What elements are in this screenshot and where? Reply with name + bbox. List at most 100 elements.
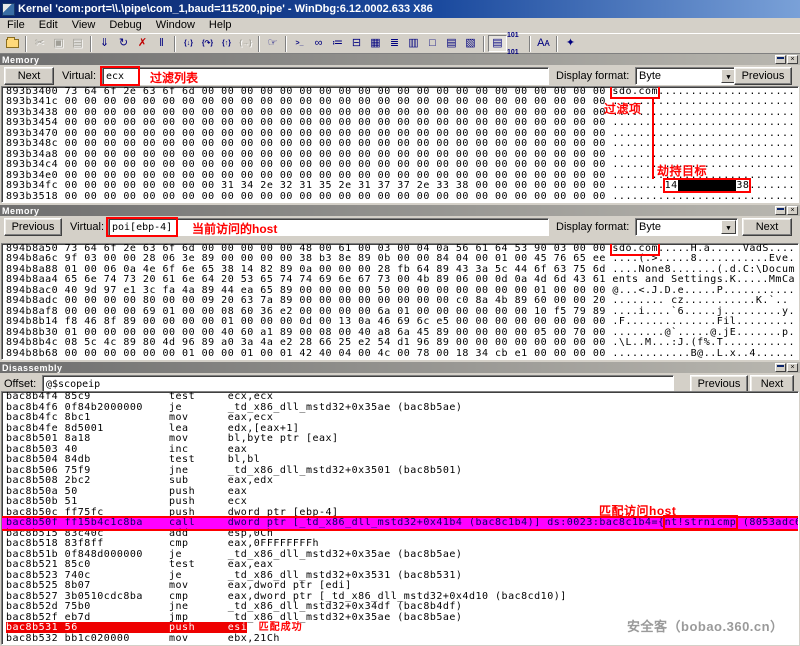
memory1-dump[interactable]: 893b3400 73 64 6f 2e 63 6f 6d 00 00 00 0… [1,86,799,204]
command-window-icon[interactable]: >_ [290,35,309,52]
memory-window-icon[interactable]: ▦ [366,35,385,52]
memory2-title: Memory [2,206,40,216]
windbg-window: Kernel 'com:port=\\.\pipe\com_1,baud=115… [0,0,800,646]
menu-item-help[interactable]: Help [202,18,239,32]
memory2-close-icon[interactable]: × [787,206,798,215]
toolbar-separator [556,36,558,52]
disassembly-close-icon[interactable]: × [787,363,798,372]
memory2-dock-icon[interactable] [775,206,786,215]
dropdown-arrow-icon[interactable]: ▼ [721,220,736,234]
memory1-virtual-label: Virtual: [62,70,96,82]
disasm-row: bac8b50f ff15b4c1c8ba call dword ptr [_t… [2,518,798,529]
memory2-display-format-label: Display format: [556,221,629,233]
disassembly-listing[interactable]: bac8b4f4 85c9 test ecx,ecxbac8b4f6 0f84b… [1,391,799,645]
toolbar-separator [285,36,287,52]
options-icon[interactable]: ✦ [561,35,580,52]
disasm-row: bac8b50b 51 push ecx [2,497,798,508]
watermark: 安全客（bobao.360.cn） [627,616,784,635]
menu-item-view[interactable]: View [65,18,103,32]
stop-debugging-icon[interactable]: ✗ [133,35,152,52]
go-icon[interactable]: ⇓ [95,35,114,52]
memory1-annotation-filter-item: 过滤项 [604,100,642,117]
memory1-close-icon[interactable]: × [787,55,798,64]
menu-item-window[interactable]: Window [149,18,202,32]
source-mode-on-icon[interactable]: ▤ [488,35,507,52]
memory2-virtual-label: Virtual: [70,221,104,233]
processes-window-icon[interactable]: ▤ [442,35,461,52]
toolbar-separator [483,36,485,52]
watch-window-icon[interactable]: ∞ [309,35,328,52]
command-browser-icon[interactable]: ▧ [461,35,480,52]
memory2-display-format-select[interactable]: Byte ▼ [635,218,738,236]
disasm-row: bac8b52d 75b0 jne _td_x86_dll_mstd32+0x3… [2,602,798,613]
memory2-next-button[interactable]: Next [742,218,792,236]
toolbar: ✂▣▤⇓↻✗‖{↓}{↷}{↑}{→}☞>_∞≔⊟▦≣▥□▤▧▤101 101A… [0,33,800,54]
title-bar[interactable]: Kernel 'com:port=\\.\pipe\com_1,baud=115… [0,0,800,18]
disassembly-title: Disassembly [2,363,63,373]
memory1-next-button[interactable]: Next [4,67,54,85]
restart-icon[interactable]: ↻ [114,35,133,52]
font-icon[interactable]: Aᴀ [534,35,553,52]
run-to-cursor-icon: {→} [236,35,255,52]
break-icon[interactable]: ‖ [152,35,171,52]
memory-pane-2: Memory × Previous Virtual: 当前访问的host Dis… [0,205,800,361]
toolbar-separator [174,36,176,52]
menu-bar: FileEditViewDebugWindowHelp [0,18,800,33]
memory-row: 893b34fc 00 00 00 00 00 00 00 00 31 34 2… [2,181,798,192]
memory-row: 893b348c 00 00 00 00 00 00 00 00 00 00 0… [2,139,798,150]
breakpoint-hand-icon[interactable]: ☞ [263,35,282,52]
disassembly-window-icon[interactable]: ▥ [404,35,423,52]
memory1-virtual-highlight-box [100,66,140,86]
memory-row: 894b8b68 00 00 00 00 00 00 01 00 00 01 0… [2,349,798,360]
step-over-icon[interactable]: {↷} [198,35,217,52]
scratchpad-window-icon[interactable]: □ [423,35,442,52]
disassembly-pane: Disassembly × Offset: Previous Next bac8… [0,362,800,646]
disassembly-dock-icon[interactable] [775,363,786,372]
memory2-virtual-highlight-box [106,217,178,237]
disassembly-titlebar[interactable]: Disassembly × [0,362,800,373]
disasm-row: bac8b504 84db test bl,bl [2,455,798,466]
copy-icon: ▣ [49,35,68,52]
source-mode-off-icon[interactable]: 101 101 [507,35,526,52]
open-source-file-icon[interactable] [3,35,22,52]
memory1-display-format-select[interactable]: Byte ▼ [635,67,738,85]
memory1-titlebar[interactable]: Memory × [0,54,800,65]
step-into-icon[interactable]: {↓} [179,35,198,52]
locals-window-icon[interactable]: ≔ [328,35,347,52]
memory2-annotation-current-host: 当前访问的host [192,220,277,237]
toolbar-separator [25,36,27,52]
paste-icon: ▤ [68,35,87,52]
memory1-title: Memory [2,55,40,65]
disassembly-annotation-match-host: 匹配访问host [599,502,676,519]
memory1-annotation-connector-line [652,99,654,179]
toolbar-separator [258,36,260,52]
memory-row: 893b3518 00 00 00 00 00 00 00 00 00 00 0… [2,192,798,203]
step-out-icon[interactable]: {↑} [217,35,236,52]
memory-row: 894b8b14 f8 46 8f 89 00 00 00 00 01 00 0… [2,317,798,328]
memory1-display-format-label: Display format: [556,70,629,82]
memory2-controls: Previous Virtual: 当前访问的host Display form… [0,216,800,238]
memory1-controls: Next Virtual: 过滤列表 Display format: Byte … [0,65,800,87]
memory-row: 893b341c 00 00 00 00 00 00 00 00 00 00 0… [2,97,798,108]
disasm-row: bac8b4f4 85c9 test ecx,ecx [2,392,798,403]
registers-window-icon[interactable]: ⊟ [347,35,366,52]
cut-icon: ✂ [30,35,49,52]
menu-item-edit[interactable]: Edit [32,18,65,32]
memory-pane-1: Memory × Next Virtual: 过滤列表 Display form… [0,54,800,204]
memory2-dump[interactable]: 894b8a50 73 64 6f 2e 63 6f 6d 00 00 00 0… [1,243,799,361]
windbg-icon [2,3,15,16]
memory1-previous-button[interactable]: Previous [734,67,792,85]
memory2-titlebar[interactable]: Memory × [0,205,800,216]
disasm-row: bac8b4fc 8bc1 mov eax,ecx [2,413,798,424]
menu-item-debug[interactable]: Debug [102,18,148,32]
toolbar-separator [90,36,92,52]
menu-item-file[interactable]: File [0,18,32,32]
disasm-row: bac8b525 8b07 mov eax,dword ptr [edi] [2,581,798,592]
memory-row: 894b8a6c 9f 03 00 00 28 06 3e 89 00 00 0… [2,254,798,265]
memory-row: 894b8aa4 65 6e 74 73 20 61 6e 64 20 53 6… [2,275,798,286]
memory1-annotation-filter-list: 过滤列表 [150,69,198,86]
callstack-window-icon[interactable]: ≣ [385,35,404,52]
memory2-previous-button[interactable]: Previous [4,218,62,236]
memory1-dock-icon[interactable] [775,55,786,64]
memory-row: 893b3454 00 00 00 00 00 00 00 00 00 00 0… [2,118,798,129]
